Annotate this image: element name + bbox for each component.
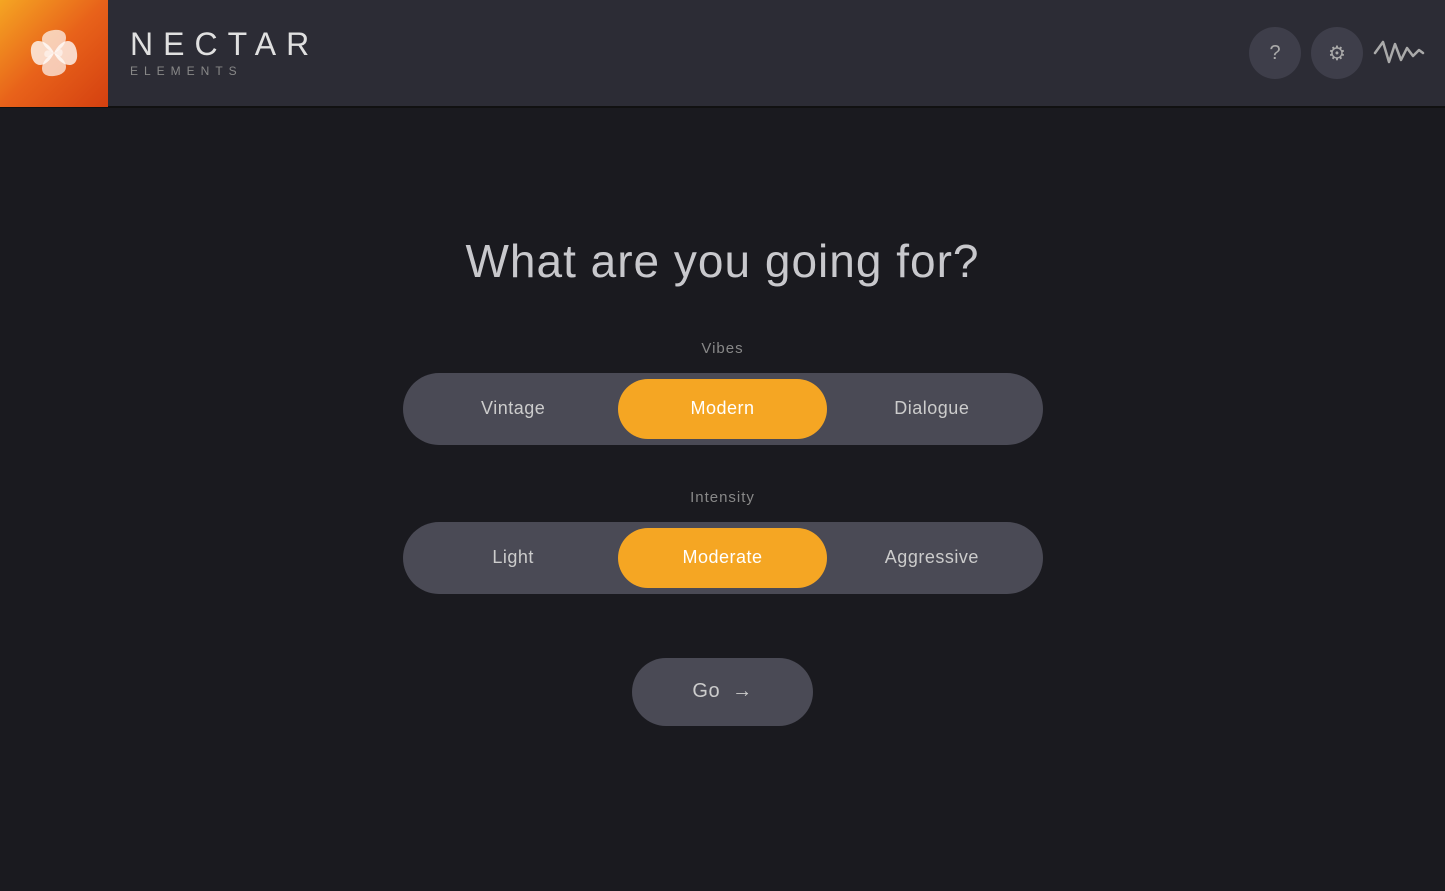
logo-box bbox=[0, 0, 108, 107]
vibes-label: Vibes bbox=[701, 340, 743, 357]
vibes-modern-button[interactable]: Modern bbox=[618, 379, 827, 439]
header-right: ? ⚙ bbox=[1249, 27, 1425, 79]
vibes-vintage-button[interactable]: Vintage bbox=[409, 379, 618, 439]
header-left: NECTAR ELEMENTS bbox=[0, 0, 319, 106]
settings-button[interactable]: ⚙ bbox=[1311, 27, 1363, 79]
intensity-section: Intensity Light Moderate Aggressive bbox=[403, 489, 1043, 594]
intensity-moderate-button[interactable]: Moderate bbox=[618, 528, 827, 588]
go-button[interactable]: Go → bbox=[632, 658, 812, 726]
intensity-label: Intensity bbox=[690, 489, 755, 506]
question-icon: ? bbox=[1269, 42, 1280, 65]
intensity-toggle-group: Light Moderate Aggressive bbox=[403, 522, 1043, 594]
main-content: What are you going for? Vibes Vintage Mo… bbox=[0, 108, 1445, 891]
logo-icon bbox=[19, 18, 89, 88]
go-arrow: → bbox=[732, 680, 753, 703]
brand-sub: ELEMENTS bbox=[130, 64, 319, 78]
wave-icon bbox=[1373, 34, 1425, 72]
brand-text: NECTAR ELEMENTS bbox=[130, 28, 319, 78]
vibes-dialogue-button[interactable]: Dialogue bbox=[827, 379, 1036, 439]
gear-icon: ⚙ bbox=[1328, 41, 1346, 66]
go-label: Go bbox=[692, 680, 720, 703]
brand-name: NECTAR bbox=[130, 28, 319, 60]
vibes-toggle-group: Vintage Modern Dialogue bbox=[403, 373, 1043, 445]
intensity-light-button[interactable]: Light bbox=[409, 528, 618, 588]
intensity-aggressive-button[interactable]: Aggressive bbox=[827, 528, 1036, 588]
header: NECTAR ELEMENTS ? ⚙ bbox=[0, 0, 1445, 108]
help-button[interactable]: ? bbox=[1249, 27, 1301, 79]
main-title: What are you going for? bbox=[466, 234, 980, 288]
vibes-section: Vibes Vintage Modern Dialogue bbox=[403, 340, 1043, 445]
